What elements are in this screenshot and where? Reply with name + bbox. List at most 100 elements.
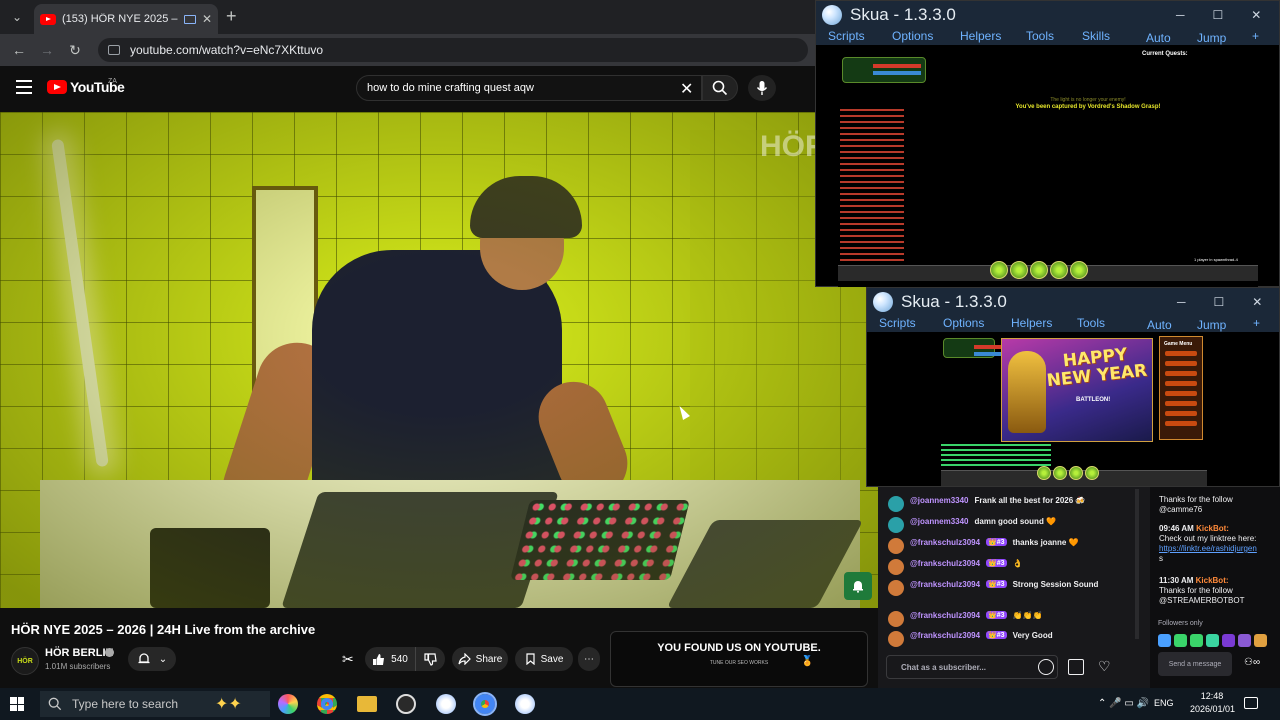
skill-1-icon[interactable] [990, 261, 1008, 279]
minimize-icon[interactable]: ─ [1176, 8, 1185, 22]
menu-helpers[interactable]: Helpers [1011, 316, 1052, 330]
video-player[interactable]: HÖR [0, 112, 878, 608]
clear-search-icon[interactable]: ✕ [680, 79, 693, 99]
new-tab-button[interactable]: + [226, 6, 237, 27]
gif-icon[interactable] [1068, 659, 1084, 675]
menu-tools[interactable]: Tools [1077, 316, 1105, 330]
site-info-icon[interactable] [108, 45, 120, 55]
voice-search-button[interactable] [748, 75, 776, 101]
search-input[interactable]: how to do mine crafting quest aqw [356, 75, 702, 101]
chat-username[interactable]: @frankschulz3094 [910, 631, 980, 640]
game-menu-item[interactable] [1165, 421, 1197, 426]
menu-tools[interactable]: Tools [1026, 29, 1054, 43]
windows-start-icon[interactable] [10, 697, 24, 711]
channel-avatar[interactable]: HÖR [11, 647, 39, 675]
skua-window-main[interactable]: Skua - 1.3.3.0 ─ ☐ ✕ Scripts Options Hel… [815, 0, 1280, 287]
menu-scripts[interactable]: Scripts [879, 316, 916, 330]
game-menu-item[interactable] [1165, 401, 1197, 406]
game-menu-item[interactable] [1165, 391, 1197, 396]
chat-username[interactable]: @frankschulz3094 [910, 611, 980, 620]
avatar[interactable] [888, 611, 904, 627]
like-button[interactable]: 540 [365, 647, 415, 671]
browser-tab[interactable]: (153) HÖR NYE 2025 – 2026 ✕ [34, 4, 218, 34]
menu-add[interactable]: + [1253, 316, 1260, 330]
reload-button[interactable]: ↻ [64, 39, 86, 61]
emote-icon[interactable] [1158, 634, 1171, 647]
skill-3-icon[interactable] [1030, 261, 1048, 279]
game-menu-item[interactable] [1165, 351, 1197, 356]
forward-button[interactable]: → [36, 39, 58, 61]
skill-5-icon[interactable] [1070, 261, 1088, 279]
menu-auto[interactable]: Auto [1147, 318, 1172, 332]
game-menu-item[interactable] [1165, 371, 1197, 376]
chrome-active-icon[interactable] [473, 692, 497, 716]
game-menu-panel[interactable]: Game Menu [1159, 336, 1203, 440]
promo-card[interactable]: YOU FOUND US ON YOUTUBE. TUNE OUR SEO WO… [610, 631, 868, 687]
more-actions-button[interactable]: ⋯ [578, 647, 600, 671]
avatar[interactable] [888, 631, 904, 647]
game-menu-item[interactable] [1165, 381, 1197, 386]
chat-username[interactable]: @joannem3340 [910, 517, 969, 526]
menu-icon[interactable] [16, 80, 32, 94]
back-button[interactable]: ← [8, 39, 30, 61]
copilot-app-icon[interactable] [278, 694, 298, 714]
game-menu-item[interactable] [1165, 411, 1197, 416]
emoji-icon[interactable] [1038, 659, 1054, 675]
file-explorer-icon[interactable] [357, 696, 377, 712]
menu-options[interactable]: Options [892, 29, 933, 43]
emote-icon[interactable] [1222, 634, 1235, 647]
skill-2-icon[interactable] [1053, 466, 1067, 480]
emote-icon[interactable] [1190, 634, 1203, 647]
chrome-app-icon[interactable] [317, 694, 337, 714]
skill-1-icon[interactable] [1037, 466, 1051, 480]
menu-add[interactable]: + [1252, 29, 1259, 43]
dislike-button[interactable] [415, 647, 445, 671]
heart-icon[interactable]: ♡ [1098, 658, 1111, 675]
clip-icon[interactable]: ✂ [342, 651, 354, 668]
menu-scripts[interactable]: Scripts [828, 29, 865, 43]
avatar[interactable] [888, 538, 904, 554]
game-viewport[interactable]: Current Quests: The light is no longer y… [838, 47, 1258, 287]
subscribed-notifications-button[interactable]: ⌄ [128, 647, 176, 671]
close-icon[interactable]: ✕ [1252, 295, 1262, 309]
avatar[interactable] [888, 517, 904, 533]
menu-jump[interactable]: Jump [1197, 318, 1226, 332]
share-button[interactable]: Share [452, 647, 508, 671]
chat-scrollbar[interactable] [1135, 489, 1139, 639]
avatar[interactable] [888, 559, 904, 575]
game-menu-item[interactable] [1165, 361, 1197, 366]
skua-window-second[interactable]: Skua - 1.3.3.0 ─ ☐ ✕ Scripts Options Hel… [866, 287, 1280, 487]
menu-jump[interactable]: Jump [1197, 31, 1226, 45]
save-button[interactable]: Save [515, 647, 573, 671]
linktree-link[interactable]: https://linktr.ee/rashidjurgen [1159, 544, 1279, 554]
tray-icons[interactable]: ⌃ 🎤 ▭ 🔊 [1098, 698, 1149, 709]
chat-username[interactable]: @frankschulz3094 [910, 538, 980, 547]
clock[interactable]: 12:48 2026/01/01 [1190, 690, 1235, 716]
close-icon[interactable]: ✕ [1251, 8, 1261, 22]
notifications-icon[interactable] [1244, 697, 1258, 709]
avatar[interactable] [888, 496, 904, 512]
emote-icon[interactable] [1238, 634, 1251, 647]
skill-4-icon[interactable] [1085, 466, 1099, 480]
users-icon[interactable]: ⚇∞ [1244, 657, 1260, 668]
maximize-icon[interactable]: ☐ [1214, 295, 1225, 309]
emote-icon[interactable] [1174, 634, 1187, 647]
close-tab-icon[interactable]: ✕ [202, 12, 212, 26]
skill-4-icon[interactable] [1050, 261, 1068, 279]
chat-username[interactable]: @joannem3340 [910, 496, 969, 505]
skua-taskbar-icon[interactable] [436, 694, 456, 714]
notification-bell-icon[interactable] [844, 572, 872, 600]
search-button[interactable] [702, 75, 738, 101]
minimize-icon[interactable]: ─ [1177, 295, 1186, 309]
avatar[interactable] [888, 580, 904, 596]
menu-helpers[interactable]: Helpers [960, 29, 1001, 43]
obs-app-icon[interactable] [396, 694, 416, 714]
new-year-banner[interactable]: HAPPY NEW YEAR BATTLEON! [1001, 338, 1153, 442]
menu-options[interactable]: Options [943, 316, 984, 330]
channel-name[interactable]: HÖR BERLIN [45, 647, 113, 659]
language-indicator[interactable]: ENG [1154, 698, 1174, 708]
game-viewport[interactable]: HAPPY NEW YEAR BATTLEON! Game Menu [941, 334, 1207, 486]
menu-skills[interactable]: Skills [1082, 29, 1110, 43]
menu-auto[interactable]: Auto [1146, 31, 1171, 45]
emote-icon[interactable] [1206, 634, 1219, 647]
